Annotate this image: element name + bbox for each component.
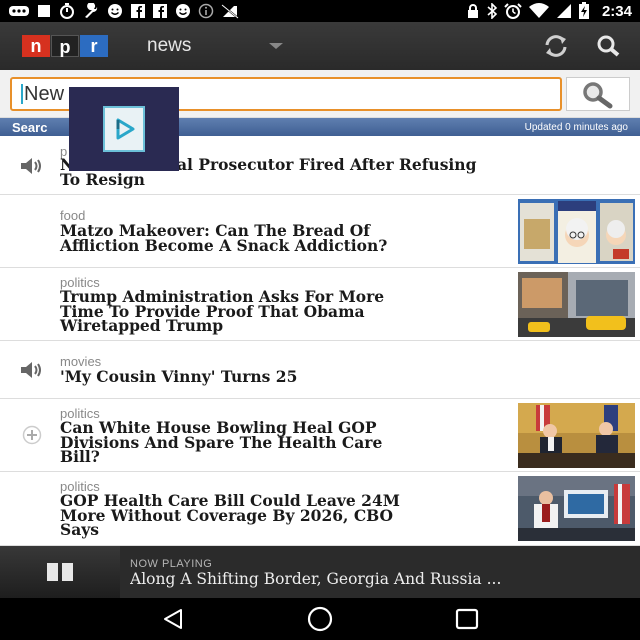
story-thumbnail[interactable] [518,199,635,264]
status-time: 2:34 [601,2,632,20]
story-title-line: Wiretapped Trump [60,316,224,335]
whitehouse-photo [518,403,635,468]
list-item[interactable]: politics Trump Administration Asks For M… [0,268,640,341]
now-playing-title[interactable]: Along A Shifting Border, Georgia And Rus… [130,570,630,588]
voicemail-icon [9,6,29,16]
bluetooth-icon [487,3,498,19]
npr-logo[interactable]: n p r [22,35,109,57]
story-title-line: Says [60,520,99,539]
plus-icon[interactable] [18,425,46,445]
lock-icon [467,4,478,18]
recents-icon [455,608,478,630]
story-list: p N Federal Prosecutor Fired After Refus… [0,136,640,546]
home-icon [307,606,333,632]
results-label: Searc [12,119,48,135]
pause-button[interactable] [0,546,120,598]
podium-photo [518,476,635,541]
now-playing-bar[interactable]: NOW PLAYING Along A Shifting Border, Geo… [0,546,640,598]
section-selector[interactable]: news [147,35,191,57]
wifi-icon [528,3,549,18]
story-thumbnail[interactable] [518,272,635,337]
overlay-app-icon [103,106,145,152]
story-title-line: More Without Coverage By 2026, CBO [60,505,394,525]
no-signal-icon [221,4,239,19]
signal-icon [556,4,571,18]
chevron-down-icon[interactable] [269,43,284,49]
story-thumbnail[interactable] [518,476,635,541]
magnifier-icon [583,82,613,109]
facebook-icon [131,4,145,18]
speaker-icon[interactable] [18,360,46,380]
now-playing-label: NOW PLAYING [130,558,213,570]
list-item[interactable]: politics GOP Health Care Bill Could Leav… [0,472,640,546]
list-item[interactable]: movies 'My Cousin Vinny' Turns 25 [0,341,640,399]
smiley-icon [108,4,122,18]
story-title[interactable]: Trump Administration Asks For More Time … [60,289,384,335]
matzo-photo [518,199,635,264]
pause-icon-bar [62,563,73,581]
smiley-icon [176,4,190,18]
system-nav-bar [0,598,640,640]
screen: 2:34 n p r news New Searc Updated 0 minu… [0,0,640,640]
story-title-line: 'My Cousin Vinny' Turns 25 [60,367,298,386]
story-title[interactable]: Can White House Bowling Heal GOP Divisio… [60,420,383,466]
refresh-button[interactable] [536,26,576,66]
play-logo-icon [116,118,135,140]
back-button[interactable] [153,604,193,634]
story-thumbnail[interactable] [518,403,635,468]
story-title-line: Divisions And Spare The Health Care [60,432,383,452]
facebook-icon [153,4,167,18]
story-title[interactable]: Matzo Makeover: Can The Bread Of Afflict… [60,223,388,255]
list-item[interactable]: food Matzo Makeover: Can The Bread Of Af… [0,195,640,268]
logo-letter-n: n [22,35,50,57]
status-bar: 2:34 [0,0,640,22]
updated-timestamp: Updated 0 minutes ago [524,121,628,133]
battery-icon [578,2,589,19]
story-title[interactable]: 'My Cousin Vinny' Turns 25 [60,367,298,386]
wrench-icon [85,3,98,18]
text-cursor [21,84,23,104]
story-title-line: To Resign [60,169,145,189]
pause-icon [47,563,58,581]
timer-icon [60,3,74,19]
recents-button[interactable] [447,604,487,634]
square-icon [38,5,50,17]
story-title[interactable]: GOP Health Care Bill Could Leave 24M Mor… [60,493,400,539]
search-button[interactable] [588,26,628,66]
search-icon [597,35,620,57]
app-bar: n p r news [0,22,640,70]
home-button[interactable] [300,604,340,634]
logo-letter-r: r [80,35,108,57]
info-icon [198,3,214,19]
floating-app-overlay[interactable] [69,87,179,171]
back-icon [164,609,183,629]
search-submit-button[interactable] [566,77,630,111]
alarm-icon [504,3,522,19]
tower-photo [518,272,635,337]
story-title-line: Affliction Become A Snack Addiction? [60,235,388,255]
logo-letter-p: p [51,35,79,57]
story-title-line: Bill? [60,447,100,466]
speaker-icon[interactable] [18,156,46,176]
list-item[interactable]: politics Can White House Bowling Heal GO… [0,399,640,472]
refresh-icon [545,35,567,57]
